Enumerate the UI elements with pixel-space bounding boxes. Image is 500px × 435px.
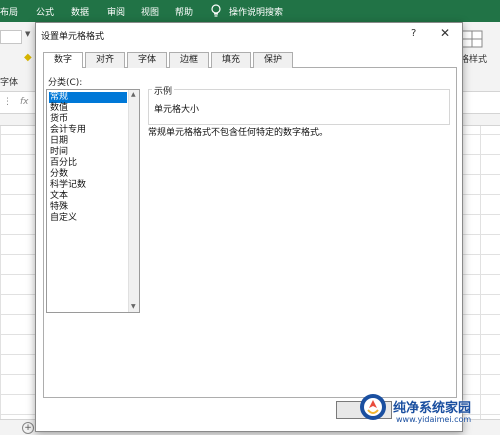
category-number[interactable]: 数值 (49, 103, 127, 114)
dialog-title: 设置单元格格式 (41, 32, 105, 42)
watermark-logo-icon (360, 394, 386, 420)
tab-protection[interactable]: 保护 (253, 52, 293, 68)
category-text[interactable]: 文本 (49, 191, 127, 202)
tab-review[interactable]: 审阅 (107, 5, 125, 18)
watermark-url: www.yidaimei.com (396, 415, 472, 424)
chevron-down-icon[interactable]: ▼ (25, 30, 30, 38)
more-icon[interactable]: ⋮ (3, 97, 12, 107)
lightbulb-icon[interactable] (209, 3, 223, 19)
category-percentage[interactable]: 百分比 (49, 158, 127, 169)
list-scrollbar[interactable]: ▲ ▼ (128, 90, 139, 312)
close-button[interactable]: ✕ (440, 26, 450, 40)
tab-page-layout[interactable]: 布局 (0, 5, 18, 18)
category-label: 分类(C): (48, 78, 83, 88)
format-description: 常规单元格格式不包含任何特定的数字格式。 (148, 128, 329, 138)
tab-fill[interactable]: 填充 (211, 52, 251, 68)
category-custom[interactable]: 自定义 (49, 213, 127, 224)
tab-help[interactable]: 帮助 (175, 5, 193, 18)
sample-title: 示例 (152, 84, 175, 97)
font-group-label: 字体 (0, 78, 19, 88)
format-cells-dialog: 设置单元格格式 ? ✕ 数字 对齐 字体 边框 填充 保护 分类(C): 常规 … (35, 22, 463, 432)
help-button[interactable]: ? (411, 28, 416, 39)
dialog-tab-strip: 数字 对齐 字体 边框 填充 保护 (43, 52, 457, 69)
scroll-down-icon[interactable]: ▼ (131, 303, 136, 310)
cell-styles-label[interactable]: 格样式 (460, 52, 487, 65)
category-time[interactable]: 时间 (49, 147, 127, 158)
tab-view[interactable]: 视图 (141, 5, 159, 18)
category-listbox[interactable]: 常规 数值 货币 会计专用 日期 时间 百分比 分数 科学记数 文本 特殊 自定… (46, 89, 140, 313)
font-name-combo[interactable] (0, 30, 22, 44)
category-date[interactable]: 日期 (49, 136, 127, 147)
insert-function-icon[interactable]: fx (20, 97, 29, 107)
fill-color-icon[interactable]: ◆ (24, 52, 32, 63)
tab-font[interactable]: 字体 (127, 52, 167, 68)
tab-formulas[interactable]: 公式 (36, 5, 54, 18)
tab-alignment[interactable]: 对齐 (85, 52, 125, 68)
category-accounting[interactable]: 会计专用 (49, 125, 127, 136)
sample-value: 单元格大小 (154, 105, 200, 115)
category-scientific[interactable]: 科学记数 (49, 180, 127, 191)
tell-me-search[interactable]: 操作说明搜索 (229, 5, 283, 18)
category-general[interactable]: 常规 (49, 92, 127, 103)
tab-data[interactable]: 数据 (71, 5, 89, 18)
category-special[interactable]: 特殊 (49, 202, 127, 213)
watermark-name: 纯净系统家园 (393, 401, 472, 416)
category-fraction[interactable]: 分数 (49, 169, 127, 180)
ribbon-tab-bar: 布局 公式 数据 审阅 视图 帮助 操作说明搜索 (0, 0, 500, 22)
tab-number[interactable]: 数字 (43, 52, 83, 69)
scroll-up-icon[interactable]: ▲ (131, 91, 136, 98)
cell-styles-icon[interactable] (461, 29, 483, 49)
tab-border[interactable]: 边框 (169, 52, 209, 68)
add-sheet-button[interactable]: + (22, 422, 34, 434)
category-currency[interactable]: 货币 (49, 114, 127, 125)
